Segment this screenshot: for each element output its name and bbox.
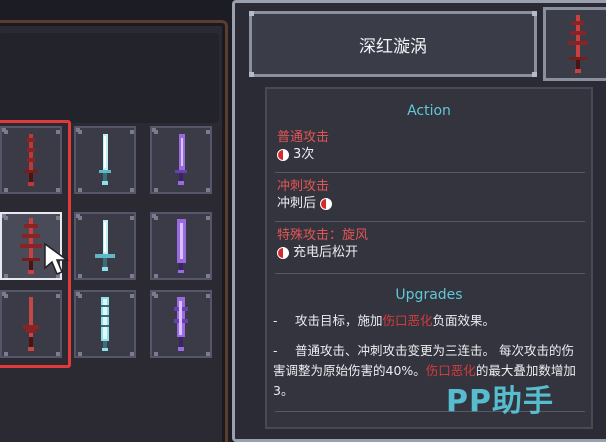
action-entry-name: 冲刺攻击 [277, 179, 330, 194]
weapon-name: 深红漩涡 [359, 36, 427, 57]
upgrades-section-title: Upgrades [395, 287, 463, 303]
action-entry-name: 特殊攻击：旋风 [277, 228, 369, 243]
action-entry-desc: 充电后松开 [293, 245, 359, 260]
weapon-slot-6[interactable] [150, 212, 212, 280]
weapon-title-box: 深红漩涡 [249, 11, 537, 77]
weapon-slot-3[interactable] [150, 126, 212, 194]
action-entry-desc: 3次 [293, 147, 315, 162]
upgrade-item-1: - 攻击目标，施加伤口恶化负面效果。 [273, 313, 496, 328]
purple-serrated-sword-icon [174, 297, 188, 351]
divider [275, 273, 585, 274]
weapon-slot-8[interactable] [74, 290, 136, 358]
action-section-title: Action [407, 103, 451, 119]
weapon-slot-9[interactable] [150, 290, 212, 358]
watermark: PP助手 [446, 384, 554, 419]
tap-input-icon [277, 149, 289, 161]
weapon-slot-5[interactable] [74, 212, 136, 280]
cyan-serrated-sword-icon [101, 297, 109, 351]
divider [275, 172, 585, 173]
weapon-icon-box [543, 7, 606, 81]
hold-input-icon [277, 247, 289, 259]
cyan-sword-icon [95, 220, 115, 271]
purple-sword-icon [175, 134, 187, 185]
weapon-slot-2[interactable] [74, 126, 136, 194]
purple-sword-icon [177, 219, 186, 273]
action-entry-desc: 冲刺后 [277, 196, 317, 211]
cyan-sword-icon [99, 134, 111, 185]
action-entry-name: 普通攻击 [277, 130, 330, 145]
divider [275, 221, 585, 222]
pointer-icon [44, 242, 70, 275]
action-entry-dash: 冲刺攻击 冲刺后 [277, 178, 583, 213]
inventory-header-area [0, 33, 219, 123]
tap-input-icon [320, 198, 333, 210]
action-entry-special: 特殊攻击：旋风 充电后松开 [277, 227, 583, 262]
status-effect-name: 伤口恶化 [382, 313, 433, 328]
action-entry-normal: 普通攻击 3次 [277, 129, 583, 164]
red-spiral-sword-icon [568, 15, 588, 73]
